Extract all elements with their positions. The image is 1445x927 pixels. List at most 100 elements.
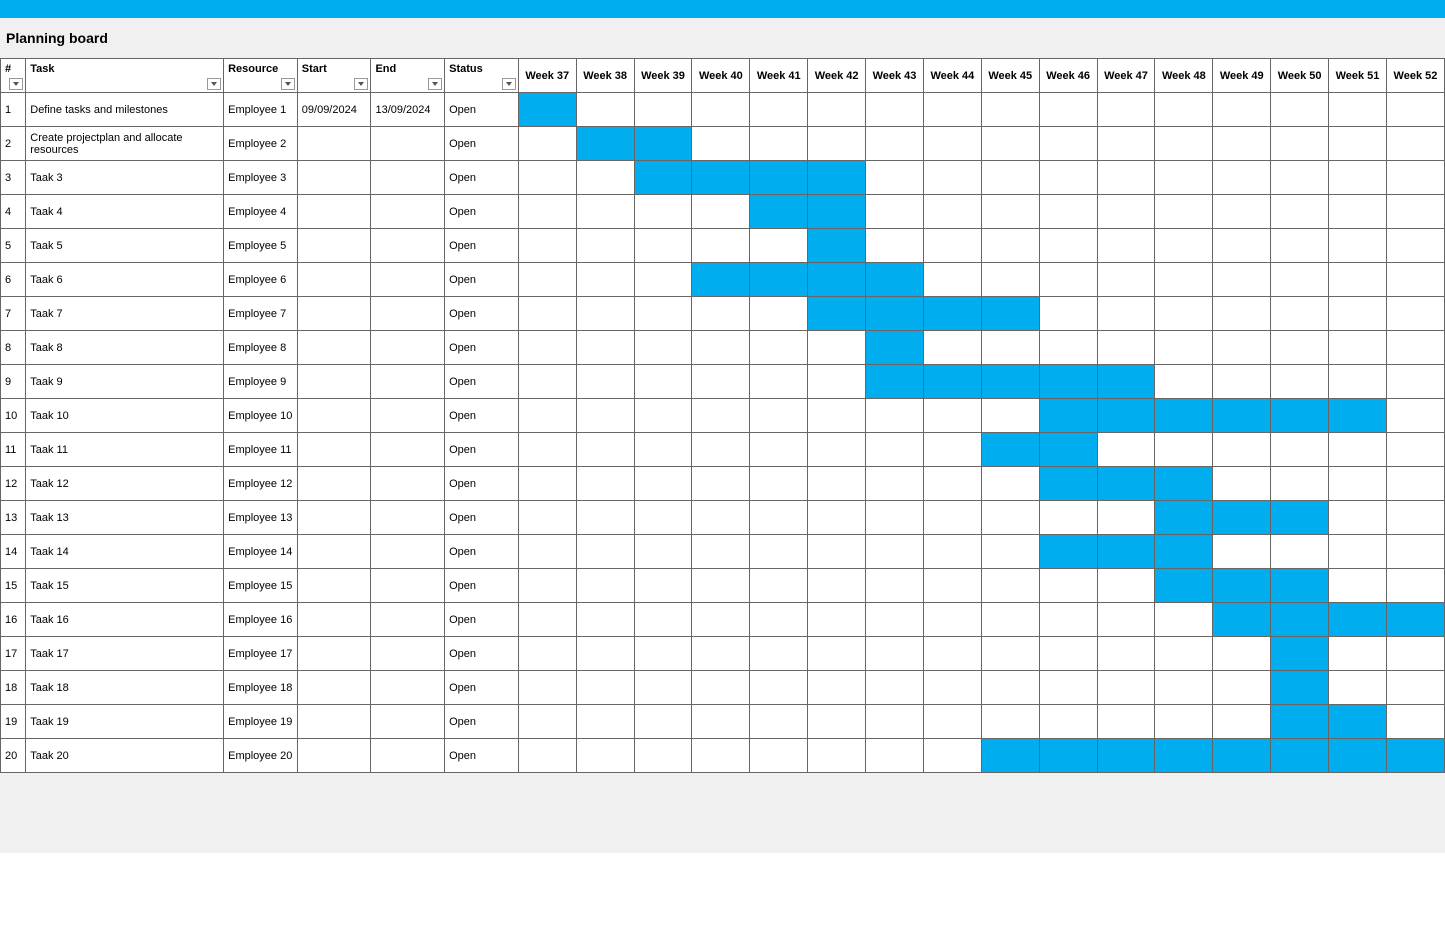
col-header-week[interactable]: Week 42 bbox=[808, 59, 866, 93]
cell-task[interactable]: Taak 19 bbox=[26, 705, 224, 739]
gantt-cell-empty[interactable] bbox=[692, 569, 750, 603]
gantt-cell-empty[interactable] bbox=[1271, 467, 1329, 501]
filter-dropdown-icon[interactable] bbox=[502, 78, 516, 90]
gantt-bar-filled[interactable] bbox=[866, 297, 924, 331]
col-header-week[interactable]: Week 44 bbox=[923, 59, 981, 93]
gantt-cell-empty[interactable] bbox=[1097, 161, 1155, 195]
gantt-cell-empty[interactable] bbox=[576, 739, 634, 773]
gantt-cell-empty[interactable] bbox=[1329, 535, 1387, 569]
gantt-cell-empty[interactable] bbox=[1386, 467, 1444, 501]
cell-num[interactable]: 13 bbox=[1, 501, 26, 535]
gantt-cell-empty[interactable] bbox=[808, 127, 866, 161]
gantt-cell-empty[interactable] bbox=[692, 603, 750, 637]
cell-end[interactable] bbox=[371, 195, 445, 229]
gantt-cell-empty[interactable] bbox=[1271, 263, 1329, 297]
gantt-cell-empty[interactable] bbox=[923, 501, 981, 535]
cell-resource[interactable]: Employee 3 bbox=[224, 161, 298, 195]
cell-start[interactable] bbox=[297, 331, 371, 365]
col-header-week[interactable]: Week 37 bbox=[518, 59, 576, 93]
gantt-cell-empty[interactable] bbox=[518, 705, 576, 739]
gantt-bar-filled[interactable] bbox=[750, 263, 808, 297]
gantt-bar-filled[interactable] bbox=[1039, 365, 1097, 399]
cell-start[interactable] bbox=[297, 501, 371, 535]
gantt-cell-empty[interactable] bbox=[866, 93, 924, 127]
gantt-cell-empty[interactable] bbox=[1155, 433, 1213, 467]
cell-num[interactable]: 10 bbox=[1, 399, 26, 433]
gantt-cell-empty[interactable] bbox=[1155, 297, 1213, 331]
cell-num[interactable]: 19 bbox=[1, 705, 26, 739]
gantt-cell-empty[interactable] bbox=[692, 535, 750, 569]
gantt-cell-empty[interactable] bbox=[1097, 263, 1155, 297]
gantt-cell-empty[interactable] bbox=[1329, 161, 1387, 195]
cell-status[interactable]: Open bbox=[445, 161, 519, 195]
cell-end[interactable] bbox=[371, 467, 445, 501]
gantt-bar-filled[interactable] bbox=[750, 195, 808, 229]
gantt-cell-empty[interactable] bbox=[1097, 93, 1155, 127]
cell-resource[interactable]: Employee 11 bbox=[224, 433, 298, 467]
gantt-cell-empty[interactable] bbox=[808, 705, 866, 739]
cell-resource[interactable]: Employee 12 bbox=[224, 467, 298, 501]
gantt-cell-empty[interactable] bbox=[981, 93, 1039, 127]
cell-status[interactable]: Open bbox=[445, 671, 519, 705]
cell-end[interactable] bbox=[371, 127, 445, 161]
gantt-cell-empty[interactable] bbox=[1097, 705, 1155, 739]
gantt-cell-empty[interactable] bbox=[1155, 637, 1213, 671]
cell-task[interactable]: Define tasks and milestones bbox=[26, 93, 224, 127]
gantt-cell-empty[interactable] bbox=[692, 501, 750, 535]
gantt-cell-empty[interactable] bbox=[576, 569, 634, 603]
gantt-cell-empty[interactable] bbox=[1039, 331, 1097, 365]
gantt-cell-empty[interactable] bbox=[692, 331, 750, 365]
gantt-cell-empty[interactable] bbox=[518, 637, 576, 671]
gantt-cell-empty[interactable] bbox=[1213, 161, 1271, 195]
cell-resource[interactable]: Employee 16 bbox=[224, 603, 298, 637]
gantt-cell-empty[interactable] bbox=[1213, 671, 1271, 705]
gantt-cell-empty[interactable] bbox=[1097, 569, 1155, 603]
gantt-bar-filled[interactable] bbox=[1039, 433, 1097, 467]
cell-task[interactable]: Taak 6 bbox=[26, 263, 224, 297]
cell-start[interactable] bbox=[297, 467, 371, 501]
gantt-cell-empty[interactable] bbox=[518, 433, 576, 467]
gantt-cell-empty[interactable] bbox=[1386, 501, 1444, 535]
gantt-cell-empty[interactable] bbox=[1386, 161, 1444, 195]
cell-resource[interactable]: Employee 6 bbox=[224, 263, 298, 297]
gantt-bar-filled[interactable] bbox=[981, 365, 1039, 399]
cell-start[interactable] bbox=[297, 263, 371, 297]
cell-num[interactable]: 14 bbox=[1, 535, 26, 569]
cell-start[interactable] bbox=[297, 671, 371, 705]
gantt-cell-empty[interactable] bbox=[1039, 501, 1097, 535]
cell-resource[interactable]: Employee 7 bbox=[224, 297, 298, 331]
gantt-cell-empty[interactable] bbox=[866, 569, 924, 603]
gantt-cell-empty[interactable] bbox=[923, 535, 981, 569]
gantt-cell-empty[interactable] bbox=[1097, 331, 1155, 365]
cell-task[interactable]: Taak 5 bbox=[26, 229, 224, 263]
cell-task[interactable]: Taak 10 bbox=[26, 399, 224, 433]
gantt-cell-empty[interactable] bbox=[750, 93, 808, 127]
cell-num[interactable]: 6 bbox=[1, 263, 26, 297]
gantt-cell-empty[interactable] bbox=[634, 501, 692, 535]
gantt-cell-empty[interactable] bbox=[866, 637, 924, 671]
gantt-cell-empty[interactable] bbox=[576, 161, 634, 195]
gantt-cell-empty[interactable] bbox=[1271, 365, 1329, 399]
gantt-bar-filled[interactable] bbox=[981, 739, 1039, 773]
gantt-cell-empty[interactable] bbox=[518, 331, 576, 365]
col-header-start[interactable]: Start bbox=[297, 59, 371, 93]
gantt-cell-empty[interactable] bbox=[518, 399, 576, 433]
col-header-num[interactable]: # bbox=[1, 59, 26, 93]
gantt-cell-empty[interactable] bbox=[1329, 433, 1387, 467]
gantt-cell-empty[interactable] bbox=[866, 739, 924, 773]
cell-start[interactable] bbox=[297, 705, 371, 739]
col-header-week[interactable]: Week 40 bbox=[692, 59, 750, 93]
gantt-bar-filled[interactable] bbox=[866, 331, 924, 365]
gantt-bar-filled[interactable] bbox=[634, 127, 692, 161]
gantt-cell-empty[interactable] bbox=[981, 671, 1039, 705]
cell-num[interactable]: 20 bbox=[1, 739, 26, 773]
gantt-bar-filled[interactable] bbox=[1039, 467, 1097, 501]
gantt-cell-empty[interactable] bbox=[634, 739, 692, 773]
gantt-cell-empty[interactable] bbox=[1386, 637, 1444, 671]
gantt-cell-empty[interactable] bbox=[1386, 535, 1444, 569]
gantt-cell-empty[interactable] bbox=[808, 569, 866, 603]
gantt-bar-filled[interactable] bbox=[866, 263, 924, 297]
gantt-cell-empty[interactable] bbox=[518, 569, 576, 603]
gantt-cell-empty[interactable] bbox=[1039, 603, 1097, 637]
gantt-cell-empty[interactable] bbox=[1213, 263, 1271, 297]
